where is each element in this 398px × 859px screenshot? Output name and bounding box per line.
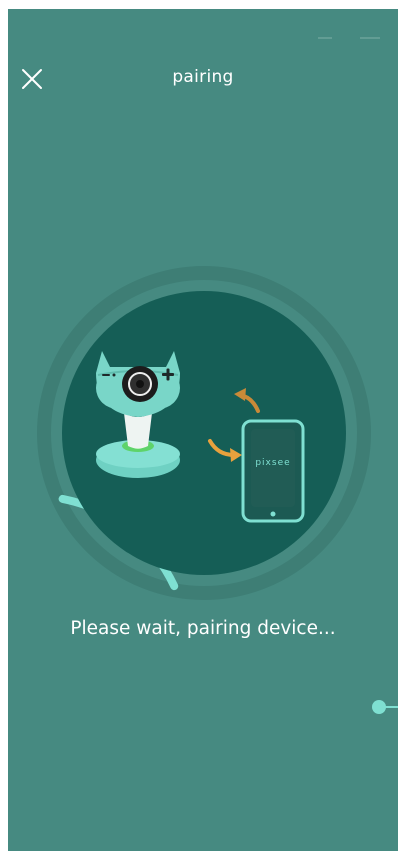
status-bar <box>308 37 388 41</box>
page-indicator <box>372 700 398 714</box>
pairing-status-message: Please wait, pairing device... <box>70 618 336 639</box>
phone-icon: pixsee <box>241 419 305 523</box>
phone-brand-label: pixsee <box>255 458 290 468</box>
pairing-illustration: pixsee <box>37 266 371 600</box>
page-title: pairing <box>172 67 234 87</box>
pairing-screen: pairing pixsee Please wait, pairing devi… <box>8 9 398 851</box>
